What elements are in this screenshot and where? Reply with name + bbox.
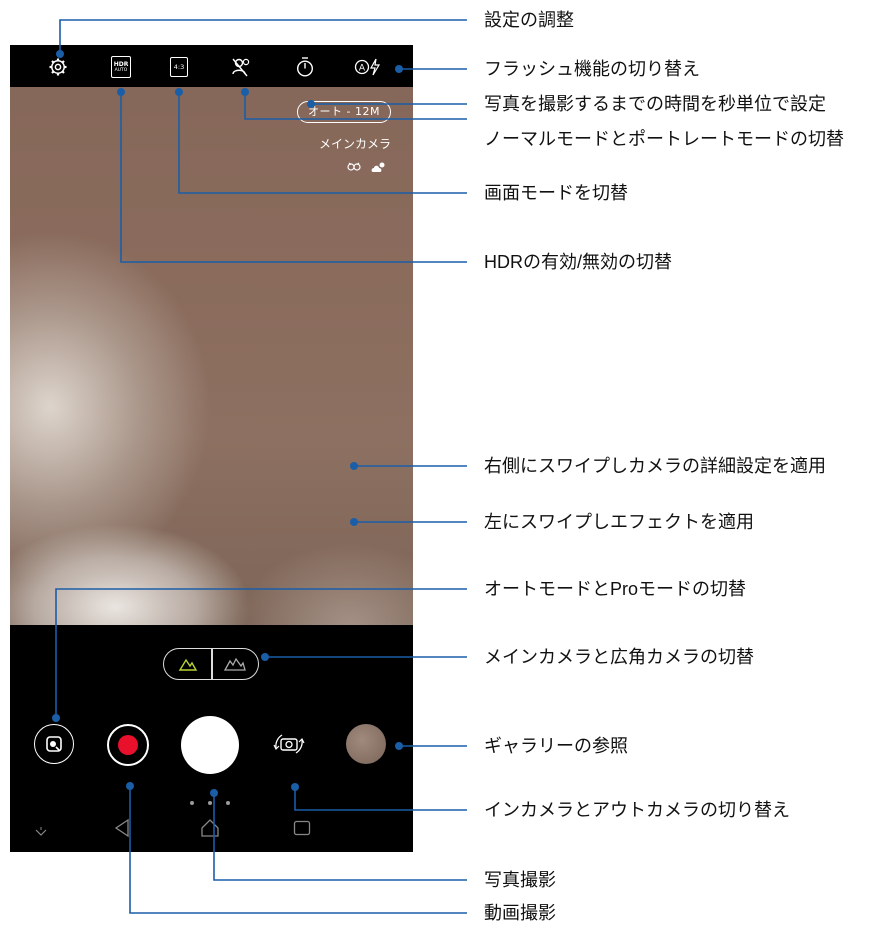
- hdr-label: HDR: [113, 60, 129, 68]
- lens-divider: [211, 649, 213, 679]
- gear-icon[interactable]: [46, 55, 70, 79]
- weather-icon: [371, 159, 387, 174]
- flash-auto-icon[interactable]: A: [353, 55, 383, 79]
- annotation-hdr: HDRの有効/無効の切替: [484, 252, 672, 272]
- annotation-auto-pro: オートモードとProモードの切替: [484, 579, 747, 599]
- page-dot: [208, 801, 212, 805]
- portrait-off-icon[interactable]: [229, 55, 253, 79]
- annotation-screen-mode: 画面モードを切替: [484, 183, 628, 203]
- main-lens-icon[interactable]: [178, 655, 198, 677]
- annotation-settings: 設定の調整: [484, 10, 574, 30]
- camera-bottom-controls: [10, 625, 413, 852]
- page-dot: [190, 801, 194, 805]
- annotation-flash: フラッシュ機能の切り替え: [484, 59, 700, 79]
- android-nav-bar: [10, 816, 413, 840]
- camera-app-screen: HDR AUTO 4:3 A オート - 12M メインカメラ: [10, 45, 413, 852]
- gallery-thumbnail[interactable]: [346, 724, 386, 764]
- svg-text:A: A: [359, 64, 366, 74]
- aspect-ratio-icon[interactable]: 4:3: [167, 55, 191, 79]
- page-dot: [226, 801, 230, 805]
- camera-top-toolbar: HDR AUTO 4:3 A: [10, 45, 413, 87]
- annotation-swipe-right: 右側にスワイプしカメラの詳細設定を適用: [484, 456, 826, 476]
- annotation-portrait: ノーマルモードとポートレートモードの切替: [484, 129, 844, 149]
- aspect-ratio-label: 4:3: [173, 63, 185, 71]
- annotation-swipe-left: 左にスワイプしエフェクトを適用: [484, 512, 754, 532]
- hdr-auto-label: AUTO: [114, 67, 128, 73]
- home-icon[interactable]: [200, 818, 220, 842]
- timer-icon[interactable]: [293, 55, 317, 79]
- switch-camera-icon: [273, 734, 305, 754]
- record-dot-icon: [118, 735, 138, 755]
- video-record-button[interactable]: [107, 724, 149, 766]
- mode-icon: [46, 736, 62, 752]
- lens-switch[interactable]: [163, 648, 259, 680]
- page-indicator: [190, 801, 230, 807]
- back-icon[interactable]: [113, 818, 131, 842]
- nav-down-icon[interactable]: [34, 822, 48, 841]
- annotation-video: 動画撮影: [484, 903, 556, 923]
- shutter-button[interactable]: [181, 716, 239, 774]
- recents-icon[interactable]: [293, 820, 311, 840]
- scene-detection-indicator: [347, 159, 387, 174]
- hdr-auto-icon[interactable]: HDR AUTO: [109, 55, 133, 79]
- camera-mode-label: メインカメラ: [318, 137, 391, 151]
- auto-pro-mode-button[interactable]: [34, 724, 74, 764]
- wide-lens-icon[interactable]: [223, 655, 246, 677]
- switch-camera-button[interactable]: [271, 726, 307, 762]
- annotation-gallery: ギャラリーの参照: [484, 736, 628, 756]
- annotation-lens: メインカメラと広角カメラの切替: [484, 647, 754, 667]
- camera-viewfinder[interactable]: オート - 12M メインカメラ: [10, 87, 413, 625]
- annotation-photo: 写真撮影: [484, 870, 556, 890]
- resolution-badge[interactable]: オート - 12M: [297, 101, 391, 123]
- owl-icon: [347, 159, 371, 174]
- annotation-front-back: インカメラとアウトカメラの切り替え: [484, 800, 790, 820]
- annotation-timer: 写真を撮影するまでの時間を秒単位で設定: [484, 94, 826, 114]
